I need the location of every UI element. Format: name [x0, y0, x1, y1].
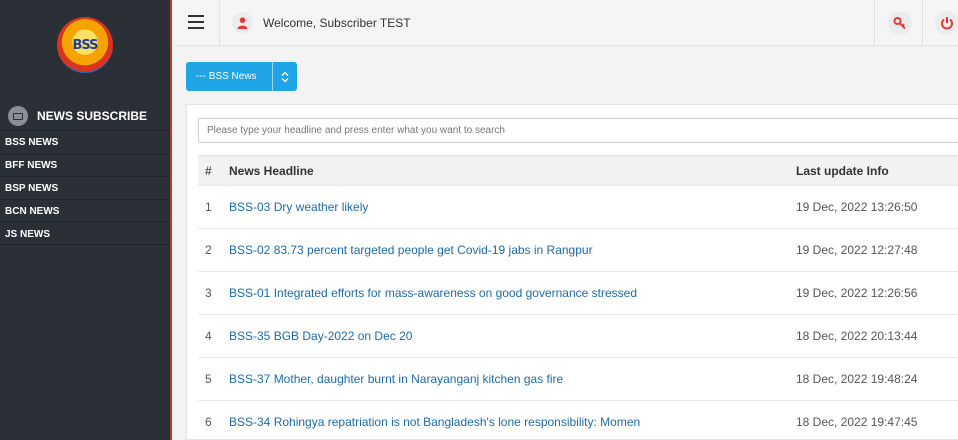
last-update: 18 Dec, 2022 19:47:45 — [796, 415, 918, 430]
row-number: 1 — [205, 200, 212, 214]
table-row: 1 BSS-03 Dry weather likely 19 Dec, 2022… — [198, 185, 958, 229]
last-update: 18 Dec, 2022 20:13:44 — [796, 329, 918, 343]
power-icon[interactable] — [935, 11, 958, 35]
sidebar-item-bsp-news[interactable]: BSP NEWS — [0, 176, 170, 199]
last-update: 18 Dec, 2022 19:48:24 — [796, 372, 918, 386]
table-row: 3 BSS-01 Integrated efforts for mass-awa… — [198, 271, 958, 315]
news-headline-link[interactable]: BSS-01 Integrated efforts for mass-aware… — [229, 286, 637, 300]
divider — [874, 0, 875, 46]
news-headline-link[interactable]: BSS-34 Rohingya repatriation is not Bang… — [229, 415, 640, 429]
user-icon — [232, 12, 253, 33]
table-row: 2 BSS-02 83.73 percent targeted people g… — [198, 228, 958, 272]
news-headline-link[interactable]: BSS-03 Dry weather likely — [229, 200, 368, 214]
welcome-text: Welcome, Subscriber TEST — [263, 16, 411, 30]
row-number: 6 — [205, 415, 212, 430]
column-header-headline: News Headline — [229, 155, 796, 186]
sidebar-menu: BSS NEWS BFF NEWS BSP NEWS BCN NEWS JS N… — [0, 130, 170, 245]
sidebar-section-header: NEWS SUBSCRIBE — [0, 102, 170, 130]
row-number: 4 — [205, 329, 212, 343]
logo-text: BSS — [72, 37, 98, 53]
top-bar: Welcome, Subscriber TEST — [174, 0, 958, 46]
news-category-select[interactable]: --- BSS News — [186, 62, 297, 91]
table-row: 6 BSS-34 Rohingya repatriation is not Ba… — [198, 400, 958, 440]
news-headline-link[interactable]: BSS-35 BGB Day-2022 on Dec 20 — [229, 329, 412, 343]
newspaper-icon — [8, 106, 28, 126]
row-number: 3 — [205, 286, 212, 300]
key-icon[interactable] — [888, 11, 912, 35]
table-row: 5 BSS-37 Mother, daughter burnt in Naray… — [198, 357, 958, 401]
last-update: 19 Dec, 2022 12:26:56 — [796, 286, 918, 300]
news-headline-link[interactable]: BSS-02 83.73 percent targeted people get… — [229, 243, 593, 257]
sidebar-item-bss-news[interactable]: BSS NEWS — [0, 130, 170, 153]
hamburger-icon[interactable] — [188, 15, 204, 29]
news-table: # News Headline Last update Info 1 BSS-0… — [198, 155, 958, 440]
table-row: 4 BSS-35 BGB Day-2022 on Dec 20 18 Dec, … — [198, 314, 958, 358]
sidebar: BSS NEWS SUBSCRIBE BSS NEWS BFF NEWS BSP… — [0, 0, 172, 440]
news-category-value: --- BSS News — [196, 71, 257, 82]
bss-logo[interactable]: BSS — [57, 17, 113, 73]
divider — [219, 0, 220, 46]
sidebar-item-bcn-news[interactable]: BCN NEWS — [0, 199, 170, 222]
sidebar-item-js-news[interactable]: JS NEWS — [0, 222, 170, 245]
column-header-number: # — [198, 155, 229, 186]
last-update: 19 Dec, 2022 12:27:48 — [796, 243, 918, 257]
news-headline-link[interactable]: BSS-37 Mother, daughter burnt in Narayan… — [229, 372, 563, 386]
search-input[interactable] — [198, 118, 958, 143]
column-header-last-update: Last update Info — [796, 155, 958, 186]
news-panel: # News Headline Last update Info 1 BSS-0… — [186, 104, 958, 440]
chevron-updown-icon — [272, 62, 297, 91]
logo-area: BSS — [0, 0, 170, 90]
last-update: 19 Dec, 2022 13:26:50 — [796, 200, 918, 214]
divider — [922, 0, 923, 46]
row-number: 2 — [205, 243, 212, 257]
table-header-row: # News Headline Last update Info — [198, 155, 958, 186]
row-number: 5 — [205, 372, 212, 386]
sidebar-section-title: NEWS SUBSCRIBE — [37, 109, 148, 123]
sidebar-item-bff-news[interactable]: BFF NEWS — [0, 153, 170, 176]
